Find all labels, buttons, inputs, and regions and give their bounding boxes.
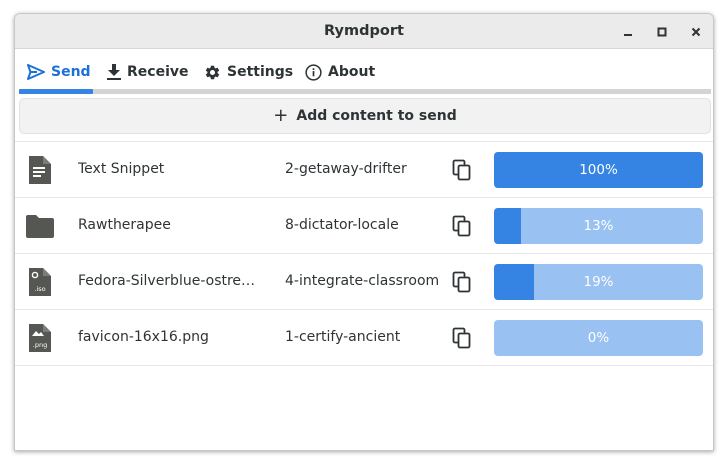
transfer-code: 2-getaway-drifter <box>285 161 407 177</box>
png-file-icon: .png <box>29 324 51 352</box>
download-icon <box>107 64 121 80</box>
tab-settings[interactable]: Settings <box>204 50 293 94</box>
file-name: Rawtherapee <box>78 217 171 233</box>
add-content-label: Add content to send <box>296 108 457 124</box>
progress-bar: 100% <box>494 152 703 188</box>
title-bar[interactable]: Rymdport <box>15 14 713 49</box>
iso-icon-label: .iso <box>34 285 45 293</box>
transfer-code: 1-certify-ancient <box>285 329 401 345</box>
tab-send[interactable]: Send <box>27 50 91 94</box>
maximize-button[interactable] <box>653 23 671 41</box>
folder-icon <box>26 215 54 238</box>
tab-bar: Send Receive Settings About <box>19 50 711 94</box>
progress-label: 0% <box>587 330 610 346</box>
send-icon <box>27 64 45 80</box>
transfer-code: 8-dictator-locale <box>285 217 399 233</box>
window-title: Rymdport <box>324 23 404 39</box>
tab-send-label: Send <box>51 64 91 80</box>
tab-receive[interactable]: Receive <box>107 50 189 94</box>
progress-label: 19% <box>583 274 614 290</box>
minimize-button[interactable] <box>619 23 637 41</box>
list-item: Rawtherapee 8-dictator-locale 13% <box>15 198 713 254</box>
close-icon <box>691 27 701 37</box>
copy-icon[interactable] <box>452 327 472 349</box>
iso-file-icon: .iso <box>29 268 51 296</box>
progress-bar: 13% <box>494 208 703 244</box>
tab-about-label: About <box>328 64 376 80</box>
list-item: Text Snippet 2-getaway-drifter 100% <box>15 142 713 198</box>
progress-label: 13% <box>583 218 614 234</box>
plus-icon: + <box>273 105 289 126</box>
png-icon-label: .png <box>33 341 47 349</box>
file-name: Fedora-Silverblue-ostree-x86_64-37-1.7.i… <box>78 273 258 289</box>
list-item: .png favicon-16x16.png 1-certify-ancient… <box>15 310 713 366</box>
app-window: Rymdport Send Receive Settings About + A… <box>14 13 714 451</box>
send-list: Text Snippet 2-getaway-drifter 100% Rawt… <box>15 141 713 366</box>
add-content-button[interactable]: + Add content to send <box>19 98 711 134</box>
maximize-icon <box>657 27 667 37</box>
transfer-code: 4-integrate-classroom <box>285 273 440 289</box>
list-item: .iso Fedora-Silverblue-ostree-x86_64-37-… <box>15 254 713 310</box>
text-file-icon <box>29 156 51 184</box>
close-button[interactable] <box>687 23 705 41</box>
progress-bar: 0% <box>494 320 703 356</box>
progress-label: 100% <box>579 162 618 178</box>
tab-underline-track <box>19 89 711 94</box>
gear-icon <box>205 65 220 79</box>
tab-settings-label: Settings <box>227 64 294 80</box>
tab-receive-label: Receive <box>127 64 189 80</box>
tab-active-indicator <box>19 89 93 94</box>
copy-icon[interactable] <box>452 215 472 237</box>
copy-icon[interactable] <box>452 159 472 181</box>
copy-icon[interactable] <box>452 271 472 293</box>
tab-about[interactable]: About <box>305 50 375 94</box>
minimize-icon <box>624 34 632 36</box>
info-icon <box>305 63 322 81</box>
file-name: Text Snippet <box>78 161 165 177</box>
file-name: favicon-16x16.png <box>78 329 209 345</box>
progress-bar: 19% <box>494 264 703 300</box>
